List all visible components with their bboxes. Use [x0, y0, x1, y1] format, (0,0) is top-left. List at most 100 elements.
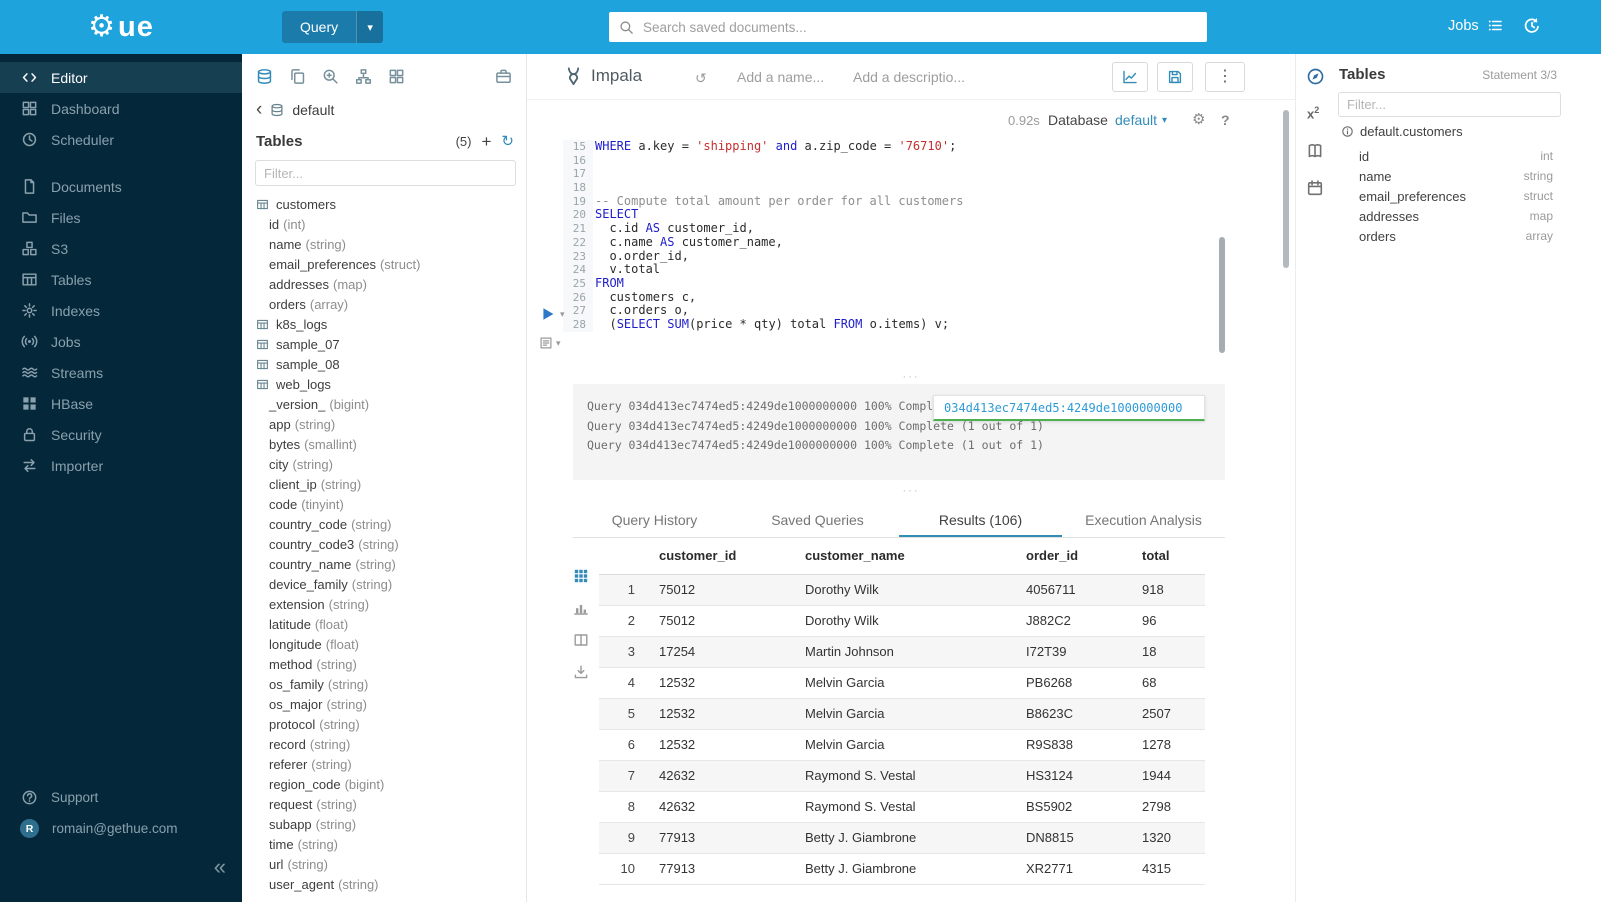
more-actions-button[interactable]: ⋮: [1205, 62, 1245, 92]
right-filter-input[interactable]: [1338, 92, 1561, 117]
grid-view-icon[interactable]: [573, 568, 589, 584]
assist-table-customers[interactable]: customers: [256, 194, 526, 214]
results-row[interactable]: 175012Dorothy Wilk4056711918: [599, 574, 1205, 605]
assist-column-longitude[interactable]: longitude(float): [256, 634, 526, 654]
query-id-popup[interactable]: 034d413ec7474ed5:4249de1000000000: [933, 395, 1205, 421]
assist-column-bytes[interactable]: bytes(smallint): [256, 434, 526, 454]
assist-column-email_preferences[interactable]: email_preferences(struct): [256, 254, 526, 274]
chart-button[interactable]: [1112, 62, 1148, 92]
assist-column-country_name[interactable]: country_name(string): [256, 554, 526, 574]
results-row[interactable]: 412532Melvin GarciaPB626868: [599, 667, 1205, 698]
sidebar-item-files[interactable]: Files: [0, 202, 242, 233]
assist-column-orders[interactable]: orders(array): [256, 294, 526, 314]
assist-column-user_agent[interactable]: user_agent(string): [256, 874, 526, 894]
assist-table-web_logs[interactable]: web_logs: [256, 374, 526, 394]
refresh-tables-icon[interactable]: ↻: [501, 134, 514, 149]
execute-options-caret-icon[interactable]: ▾: [560, 309, 565, 320]
results-header-customer_id[interactable]: customer_id: [659, 538, 805, 574]
functions-icon[interactable]: x2: [1307, 105, 1319, 121]
assist-column-url[interactable]: url(string): [256, 854, 526, 874]
jobs-link[interactable]: Jobs: [1448, 17, 1504, 34]
sidebar-item-indexes[interactable]: Indexes: [0, 295, 242, 326]
sidebar-item-importer[interactable]: Importer: [0, 450, 242, 481]
assist-column-method[interactable]: method(string): [256, 654, 526, 674]
results-header-customer_name[interactable]: customer_name: [805, 538, 1026, 574]
add-table-icon[interactable]: +: [481, 133, 491, 150]
sidebar-item-jobs[interactable]: Jobs: [0, 326, 242, 357]
active-table-entry[interactable]: default.customers: [1341, 124, 1463, 139]
sidebar-item-streams[interactable]: Streams: [0, 357, 242, 388]
assist-column-addresses[interactable]: addresses(map): [256, 274, 526, 294]
assist-column-os_major[interactable]: os_major(string): [256, 694, 526, 714]
assist-column-country_code[interactable]: country_code(string): [256, 514, 526, 534]
assist-column-city[interactable]: city(string): [256, 454, 526, 474]
results-header-total[interactable]: total: [1142, 538, 1205, 574]
save-button[interactable]: [1157, 62, 1193, 92]
sidebar-item-tables[interactable]: Tables: [0, 264, 242, 295]
assist-column-name[interactable]: name(string): [256, 234, 526, 254]
new-query-label[interactable]: Query: [282, 11, 356, 43]
query-history-icon[interactable]: [1522, 16, 1542, 36]
results-row[interactable]: 612532Melvin GarciaR9S8381278: [599, 729, 1205, 760]
columns-view-icon[interactable]: [573, 632, 589, 648]
assist-column-referer[interactable]: referer(string): [256, 754, 526, 774]
sidebar-item-dashboard[interactable]: Dashboard: [0, 93, 242, 124]
assist-column-client_ip[interactable]: client_ip(string): [256, 474, 526, 494]
panel-scrollbar[interactable]: [1283, 110, 1289, 268]
sidebar-item-support[interactable]: Support: [0, 782, 242, 813]
assist-table-sample_07[interactable]: sample_07: [256, 334, 526, 354]
assist-column-device_family[interactable]: device_family(string): [256, 574, 526, 594]
results-row[interactable]: 842632Raymond S. VestalBS59022798: [599, 791, 1205, 822]
sidebar-item-scheduler[interactable]: Scheduler: [0, 124, 242, 155]
hue-logo[interactable]: ⚙ ue: [0, 0, 242, 54]
results-row[interactable]: 317254Martin JohnsonI72T3918: [599, 636, 1205, 667]
assist-column-record[interactable]: record(string): [256, 734, 526, 754]
assist-column-code[interactable]: code(tinyint): [256, 494, 526, 514]
execute-button[interactable]: [540, 306, 556, 322]
query-description-input[interactable]: [853, 65, 969, 89]
assist-table-sample_08[interactable]: sample_08: [256, 354, 526, 374]
sql-code-editor[interactable]: 1516171819202122232425262728 WHERE a.key…: [527, 140, 1229, 386]
results-row[interactable]: 512532Melvin GarciaB8623C2507: [599, 698, 1205, 729]
search-input[interactable]: [643, 20, 1197, 35]
language-docs-icon[interactable]: [1306, 142, 1324, 160]
sidebar-item-s3[interactable]: S3: [0, 233, 242, 264]
tab-saved-queries[interactable]: Saved Queries: [736, 504, 899, 537]
editor-scrollbar[interactable]: [1219, 237, 1225, 353]
assist-column-id[interactable]: id(int): [256, 214, 526, 234]
assist-column-_version_[interactable]: _version_(bigint): [256, 394, 526, 414]
briefcase-icon[interactable]: [495, 68, 512, 85]
assist-column-subapp[interactable]: subapp(string): [256, 814, 526, 834]
collapse-sidebar-button[interactable]: «: [214, 856, 226, 878]
help-icon[interactable]: ?: [1221, 112, 1230, 128]
right-column-orders[interactable]: ordersarray: [1359, 226, 1553, 246]
assist-column-time[interactable]: time(string): [256, 834, 526, 854]
assist-column-os_family[interactable]: os_family(string): [256, 674, 526, 694]
settings-gear-icon[interactable]: ⚙: [1192, 110, 1205, 128]
assist-column-app[interactable]: app(string): [256, 414, 526, 434]
assist-column-request[interactable]: request(string): [256, 794, 526, 814]
query-dropdown-caret-icon[interactable]: ▾: [356, 11, 383, 43]
back-chevron-icon[interactable]: ‹: [256, 100, 262, 119]
schedule-icon[interactable]: [1306, 179, 1324, 197]
apps-grid-icon[interactable]: [388, 68, 405, 85]
assist-column-latitude[interactable]: latitude(float): [256, 614, 526, 634]
sidebar-item-documents[interactable]: Documents: [0, 171, 242, 202]
new-query-button[interactable]: Query ▾: [282, 11, 383, 43]
documents-icon[interactable]: [289, 68, 306, 85]
assist-table-k8s_logs[interactable]: k8s_logs: [256, 314, 526, 334]
sitemap-icon[interactable]: [355, 68, 372, 85]
sidebar-item-user[interactable]: R romain@gethue.com: [0, 813, 242, 844]
right-column-name[interactable]: namestring: [1359, 166, 1553, 186]
results-header-order_id[interactable]: order_id: [1026, 538, 1142, 574]
assist-column-extension[interactable]: extension(string): [256, 594, 526, 614]
assist-column-protocol[interactable]: protocol(string): [256, 714, 526, 734]
chart-view-icon[interactable]: [573, 600, 589, 616]
right-column-email_preferences[interactable]: email_preferencesstruct: [1359, 186, 1553, 206]
sql-sources-icon[interactable]: [256, 68, 273, 85]
query-name-input[interactable]: [737, 65, 847, 89]
tab-execution-analysis[interactable]: Execution Analysis: [1062, 504, 1225, 537]
download-results-icon[interactable]: [573, 664, 589, 680]
resize-handle-bottom[interactable]: ···: [527, 486, 1295, 496]
database-name[interactable]: default: [292, 102, 334, 118]
